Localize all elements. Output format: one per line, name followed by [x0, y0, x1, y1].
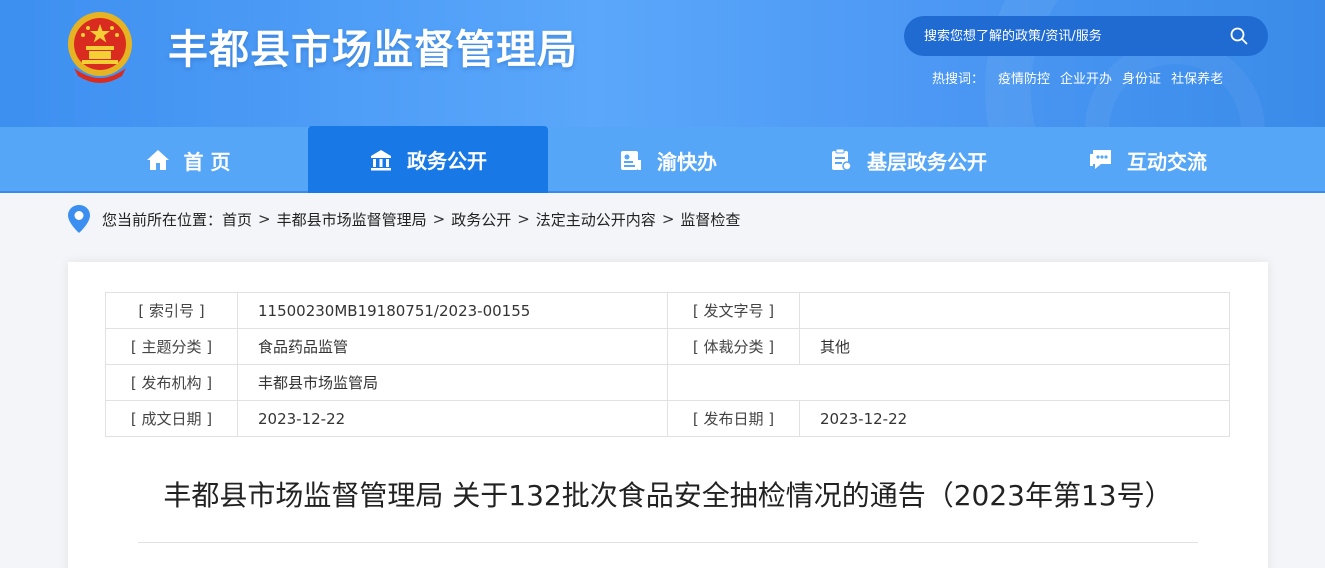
- hot-word-link[interactable]: 疫情防控: [998, 68, 1050, 87]
- meta-label: [ 发文字号 ]: [667, 292, 800, 329]
- breadcrumb-separator: >: [517, 210, 530, 228]
- nav-item-label: 互动交流: [1127, 149, 1207, 174]
- site-title[interactable]: 丰都县市场监督管理局: [168, 24, 578, 76]
- breadcrumb-link[interactable]: 政务公开: [451, 209, 511, 230]
- meta-label: [ 主题分类 ]: [105, 328, 238, 365]
- id-card-icon: [621, 151, 641, 170]
- site-header: 丰都县市场监督管理局 热搜词： 疫情防控 企业开办 身份证 社保养老: [0, 0, 1325, 127]
- meta-label: [ 发布日期 ]: [667, 400, 800, 437]
- search-bar: [904, 16, 1268, 56]
- table-row: [ 发布机构 ] 丰都县市场监管局: [105, 364, 1230, 401]
- document-meta-table: [ 索引号 ] 11500230MB19180751/2023-00155 [ …: [105, 292, 1230, 437]
- meta-value: 2023-12-22: [799, 400, 1230, 437]
- breadcrumb-separator: >: [661, 210, 675, 228]
- nav-item-label: 政务公开: [407, 149, 487, 173]
- clipboard-icon: [832, 148, 852, 171]
- nav-item-home[interactable]: 首 页: [68, 127, 308, 193]
- meta-value: 丰都县市场监管局: [237, 364, 668, 401]
- meta-value: [799, 292, 1230, 329]
- nav-item-government-affairs[interactable]: 政务公开: [308, 126, 548, 193]
- breadcrumb: 您当前所在位置： 首页 > 丰都县市场监督管理局 > 政务公开 > 法定主动公开…: [66, 204, 740, 234]
- location-pin-icon: [68, 205, 90, 233]
- main-nav: 首 页 政务公开 渝快办 基层政务公开 互动交流: [0, 126, 1325, 193]
- table-row: [ 成文日期 ] 2023-12-22 [ 发布日期 ] 2023-12-22: [105, 400, 1230, 437]
- hot-word-link[interactable]: 身份证: [1122, 68, 1161, 87]
- meta-empty-cell: [667, 364, 1230, 401]
- meta-label: [ 体裁分类 ]: [667, 328, 800, 365]
- breadcrumb-link[interactable]: 法定主动公开内容: [536, 209, 656, 230]
- meta-value: 2023-12-22: [237, 400, 668, 437]
- title-divider: [138, 542, 1198, 543]
- hot-search-label: 热搜词：: [932, 72, 985, 87]
- nav-item-label: 基层政务公开: [867, 149, 987, 174]
- meta-label: [ 成文日期 ]: [105, 400, 238, 437]
- search-icon[interactable]: [1230, 27, 1248, 45]
- meta-value: 其他: [799, 328, 1230, 365]
- breadcrumb-separator: >: [432, 210, 446, 228]
- search-input[interactable]: [924, 28, 1222, 44]
- breadcrumb-link[interactable]: 监督检查: [680, 209, 740, 230]
- table-row: [ 主题分类 ] 食品药品监管 [ 体裁分类 ] 其他: [105, 328, 1230, 365]
- breadcrumb-link[interactable]: 首页: [222, 209, 252, 230]
- building-icon: [371, 149, 391, 170]
- nav-item-interaction[interactable]: 互动交流: [1028, 127, 1268, 193]
- nav-item-label: 渝快办: [657, 149, 717, 174]
- meta-value: 11500230MB19180751/2023-00155: [237, 292, 668, 329]
- content-card: [ 索引号 ] 11500230MB19180751/2023-00155 [ …: [68, 262, 1268, 568]
- breadcrumb-prefix: 您当前所在位置：: [102, 210, 223, 229]
- nav-item-yukuaiban[interactable]: 渝快办: [548, 127, 788, 193]
- nav-item-grassroots-affairs[interactable]: 基层政务公开: [788, 127, 1028, 193]
- meta-value: 食品药品监管: [237, 328, 668, 365]
- nav-item-label: 首 页: [183, 149, 231, 174]
- breadcrumb-link[interactable]: 丰都县市场监督管理局: [277, 209, 427, 230]
- table-row: [ 索引号 ] 11500230MB19180751/2023-00155 [ …: [105, 292, 1230, 329]
- hot-search-words: 热搜词： 疫情防控 企业开办 身份证 社保养老: [932, 68, 1223, 87]
- breadcrumb-separator: >: [258, 210, 271, 228]
- hot-word-link[interactable]: 社保养老: [1171, 68, 1223, 87]
- meta-label: [ 发布机构 ]: [105, 364, 238, 401]
- hot-word-link[interactable]: 企业开办: [1060, 68, 1112, 87]
- chat-icon: [1090, 150, 1111, 169]
- meta-label: [ 索引号 ]: [105, 292, 238, 329]
- home-icon: [146, 150, 169, 170]
- national-emblem-icon: [68, 12, 132, 83]
- article-title: 丰都县市场监督管理局 关于132批次食品安全抽检情况的通告（2023年第13号）: [163, 479, 1173, 512]
